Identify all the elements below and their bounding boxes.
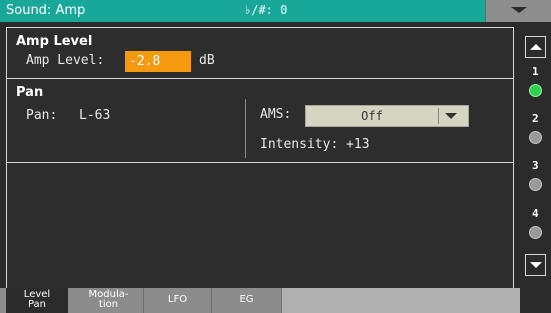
amp-level-label: Amp Level: xyxy=(26,53,105,68)
tab-label-line-2: Pan xyxy=(27,299,47,310)
intensity-value[interactable]: +13 xyxy=(346,137,369,152)
page-number-3: 3 xyxy=(532,159,539,172)
tab-label-line-2: tion xyxy=(98,299,119,310)
tab-lfo[interactable]: LFO xyxy=(144,288,212,313)
pan-label: Pan: xyxy=(26,108,58,123)
page-number-1: 1 xyxy=(532,65,539,78)
arrow-down-icon xyxy=(530,262,542,268)
dropdown-arrow-icon xyxy=(445,113,457,119)
page-number-4: 4 xyxy=(532,207,539,220)
page-menu-button[interactable] xyxy=(485,0,551,22)
amp-level-value-field[interactable]: -2.8 xyxy=(125,51,191,72)
ams-selected-value: Off xyxy=(361,109,383,123)
tab-eg[interactable]: EG xyxy=(212,288,282,313)
divider xyxy=(245,99,246,158)
tab-bar-right-corner xyxy=(520,288,551,313)
tab-label: LFO xyxy=(167,294,188,305)
ams-label: AMS: xyxy=(260,107,292,122)
pan-section: Pan Pan: L-63 AMS: Off Intensity: +13 xyxy=(6,78,514,163)
transpose-display: ♭/#: 0 xyxy=(244,3,288,17)
amp-level-title: Amp Level xyxy=(16,34,93,49)
select-separator xyxy=(438,108,439,124)
page-indicator-4[interactable] xyxy=(529,226,542,239)
main-panel: Amp Level Amp Level: -2.8 dB Pan Pan: L-… xyxy=(6,27,514,288)
top-bar: Sound: Amp ♭/#: 0 xyxy=(0,0,551,22)
tab-bar: Level Pan Modula- tion LFO EG xyxy=(0,288,551,313)
tab-label: EG xyxy=(239,294,254,305)
intensity-row[interactable]: Intensity: +13 xyxy=(260,137,370,152)
empty-area xyxy=(6,162,514,288)
ams-select[interactable]: Off xyxy=(305,105,469,127)
scroll-up-button[interactable] xyxy=(525,36,546,58)
page-indicator-1[interactable] xyxy=(529,84,542,97)
page-scroll-column: 1 2 3 4 xyxy=(520,27,551,288)
intensity-label: Intensity: xyxy=(260,137,339,152)
page-number-2: 2 xyxy=(532,112,539,125)
page-indicator-2[interactable] xyxy=(529,131,542,144)
amp-level-unit: dB xyxy=(199,53,215,68)
pan-title: Pan xyxy=(16,85,44,100)
amp-level-section: Amp Level Amp Level: -2.8 dB xyxy=(6,27,514,79)
scroll-down-button[interactable] xyxy=(525,254,546,276)
page-title: Sound: Amp xyxy=(6,3,86,18)
pan-value-field[interactable]: L-63 xyxy=(79,108,110,123)
tab-bar-filler xyxy=(282,288,520,313)
chevron-down-icon xyxy=(511,7,527,13)
tab-modulation[interactable]: Modula- tion xyxy=(74,288,144,313)
arrow-up-icon xyxy=(530,44,542,50)
page-indicator-3[interactable] xyxy=(529,178,542,191)
tab-level-pan[interactable]: Level Pan xyxy=(6,288,68,313)
